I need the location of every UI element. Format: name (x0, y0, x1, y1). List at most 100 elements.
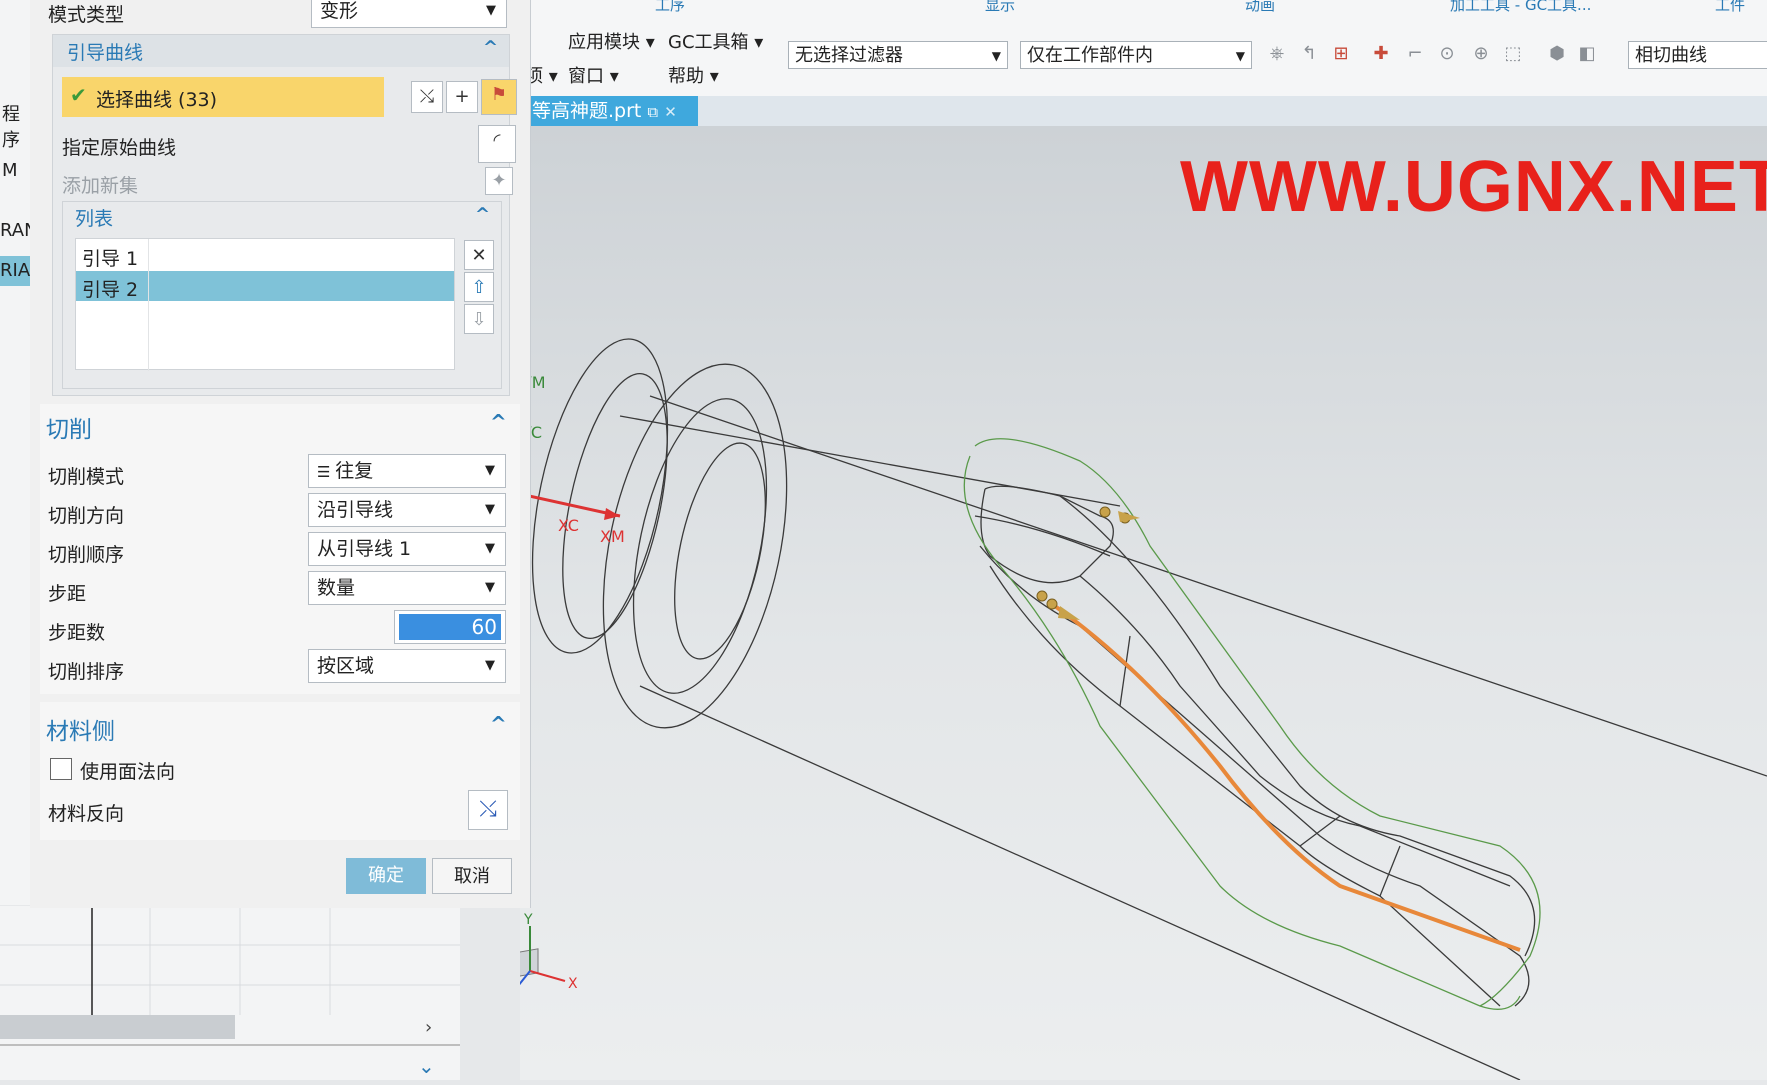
solid-icon[interactable]: ⬢ (1546, 43, 1568, 65)
mode-type-dropdown[interactable]: 变形 ▼ (311, 0, 507, 28)
cut-title: 切削 (46, 417, 92, 443)
cut-direction-dropdown[interactable]: 沿引导线 ▼ (308, 493, 506, 527)
chevron-down-icon: ▼ (991, 49, 1001, 63)
menu-window-label: 窗口 (568, 66, 604, 87)
reverse-direction-icon[interactable]: ⤯ (468, 790, 508, 830)
mode-type-label: 模式类型 (48, 4, 125, 26)
navigator-fragment: M (2, 160, 18, 181)
navigator-grid: › ⌄ (0, 904, 460, 1080)
navigator-fragment-selected[interactable]: RIAI (0, 256, 35, 286)
guide-curves-group: 引导曲线 ^ ✔ 选择曲线 (33) ⤯ + ⚑ 指定原始曲线 ◜ 添加新集 ✦… (52, 34, 517, 396)
reverse-direction-icon[interactable]: ⤯ (411, 81, 443, 113)
group-header-display[interactable]: 显示 (985, 0, 1015, 16)
zigzag-icon: ☰ (317, 463, 336, 481)
check-icon: ✔ (70, 83, 87, 107)
list-item[interactable]: 引导 1 (76, 239, 454, 271)
box-select-icon[interactable]: ⬚ (1502, 43, 1524, 65)
add-point-icon[interactable]: ⊞ (1330, 43, 1352, 65)
group-header-operation[interactable]: 工序 (655, 0, 685, 16)
cut-direction-label: 切削方向 (48, 505, 125, 527)
move-down-icon[interactable]: ⇩ (464, 304, 494, 334)
cut-order-value: 从引导线 1 (317, 538, 412, 560)
menu-help-label: 帮助 (668, 66, 704, 87)
tab-part-file[interactable]: 等高神题.prt ⧉ ✕ (520, 96, 698, 126)
delete-icon[interactable]: ✕ (464, 240, 494, 270)
add-set-icon[interactable]: ✦ (485, 167, 513, 195)
menu-gc-toolbox-label: GC工具箱 (668, 32, 749, 53)
collapse-icon[interactable]: ^ (483, 37, 498, 58)
popout-icon[interactable]: ⧉ (647, 103, 658, 121)
curve-rule-dropdown[interactable]: 相切曲线 (1628, 41, 1767, 69)
original-curve-icon[interactable]: ◜ (478, 125, 516, 163)
navigator-fragment: 程序 (2, 104, 20, 151)
menu-window[interactable]: 窗口 ▾ (568, 62, 619, 88)
group-header-workpiece[interactable]: 工件 (1715, 0, 1745, 16)
collapse-icon[interactable]: ^ (490, 712, 507, 736)
stepover-dropdown[interactable]: 数量 ▼ (308, 571, 506, 605)
svg-text:›: › (425, 1017, 432, 1038)
add-point-icon[interactable]: + (446, 81, 478, 113)
cancel-button[interactable]: 取消 (432, 858, 512, 894)
menu-app-modules-label: 应用模块 (568, 32, 640, 53)
scope-dropdown[interactable]: 仅在工作部件内 ▼ (1020, 41, 1252, 69)
tab-bar: 等高神题.prt ⧉ ✕ (520, 96, 1767, 126)
menu-gc-toolbox[interactable]: GC工具箱 ▾ (668, 28, 763, 54)
select-curve-row[interactable]: ✔ 选择曲线 (33) (62, 77, 384, 117)
snap-end-icon[interactable]: ↰ (1298, 43, 1320, 65)
stepcount-input[interactable]: 60 (394, 610, 506, 644)
graphics-viewport[interactable]: WWW.UGNX.NET XC XM YM YC Y X (520, 126, 1767, 1080)
cut-order-label: 切削顺序 (48, 544, 125, 566)
curve-rule-value: 相切曲线 (1635, 45, 1707, 66)
cut-group: 切削 ^ 切削模式 ☰ 往复 ▼ 切削方向 沿引导线 ▼ 切削顺序 从引导线 1 ▼ … (40, 404, 520, 694)
move-up-icon[interactable]: ⇧ (464, 272, 494, 302)
point-icon[interactable]: ✚ (1370, 43, 1392, 65)
menu-app-modules[interactable]: 应用模块 ▾ (568, 28, 655, 54)
cut-order-dropdown[interactable]: 从引导线 1 ▼ (308, 532, 506, 566)
group-header-machining-tools[interactable]: 加工工具 - GC工具... (1450, 0, 1591, 16)
collapse-icon[interactable]: ^ (490, 410, 507, 434)
cut-sort-label: 切削排序 (48, 661, 125, 683)
add-new-set-label: 添加新集 (62, 175, 139, 197)
stepover-label: 步距 (48, 583, 87, 605)
intersection-icon[interactable]: ⊕ (1470, 43, 1492, 65)
list-title: 列表 (75, 208, 114, 230)
chevron-down-icon: ▼ (485, 541, 495, 556)
snap-icon[interactable]: ⎈ (1266, 43, 1288, 65)
collapse-icon[interactable]: ^ (475, 204, 490, 225)
selection-filter-dropdown[interactable]: 无选择过滤器 ▼ (788, 41, 1008, 69)
cut-sort-dropdown[interactable]: 按区域 ▼ (308, 649, 506, 683)
operation-dialog: 模式类型 变形 ▼ 引导曲线 ^ ✔ 选择曲线 (33) ⤯ + ⚑ 指定原始曲线… (30, 0, 531, 908)
close-icon[interactable]: ✕ (664, 103, 677, 121)
triad-y-label: Y (523, 912, 533, 928)
cut-sort-value: 按区域 (317, 655, 375, 677)
material-reverse-label: 材料反向 (48, 803, 125, 825)
cube-icon[interactable]: ◧ (1576, 43, 1598, 65)
material-side-group: 材料侧 ^ 使用面法向 材料反向 ⤯ (40, 702, 520, 840)
circle-center-icon[interactable]: ⊙ (1436, 43, 1458, 65)
xm-axis-label: XM (600, 527, 625, 546)
use-face-normal-checkbox[interactable] (50, 758, 72, 780)
edge-icon[interactable]: ⌐ (1404, 43, 1426, 65)
stepcount-label: 步距数 (48, 622, 106, 644)
tab-part-file-label: 等高神题.prt (532, 100, 642, 122)
chevron-down-icon: ▼ (485, 580, 495, 595)
group-header-animation[interactable]: 动画 (1245, 0, 1275, 16)
select-curve-label: 选择曲线 (33) (96, 89, 218, 111)
guide-curves-title: 引导曲线 (67, 42, 144, 64)
list-item-selected[interactable]: 引导 2 (76, 271, 454, 301)
curve-select-icon[interactable]: ⚑ (481, 79, 517, 115)
svg-text:⌄: ⌄ (418, 1054, 435, 1078)
ribbon-toolbar: 工序 显示 动画 加工工具 - GC工具... 工件 ▾ 应用模块 ▾ GC工具… (520, 0, 1767, 97)
selection-filter-value: 无选择过滤器 (795, 45, 903, 66)
chevron-down-icon: ▼ (485, 502, 495, 517)
menu-help[interactable]: 帮助 ▾ (668, 62, 719, 88)
ok-button[interactable]: 确定 (346, 858, 426, 894)
cut-pattern-dropdown[interactable]: ☰ 往复 ▼ (308, 454, 506, 488)
cut-pattern-label: 切削模式 (48, 466, 125, 488)
stepcount-value: 60 (399, 614, 501, 640)
list-item-label: 引导 1 (82, 248, 139, 270)
xc-axis-label: XC (558, 516, 579, 535)
triad-x-label: X (568, 976, 578, 992)
scope-value: 仅在工作部件内 (1027, 45, 1153, 66)
cut-direction-value: 沿引导线 (317, 499, 394, 521)
